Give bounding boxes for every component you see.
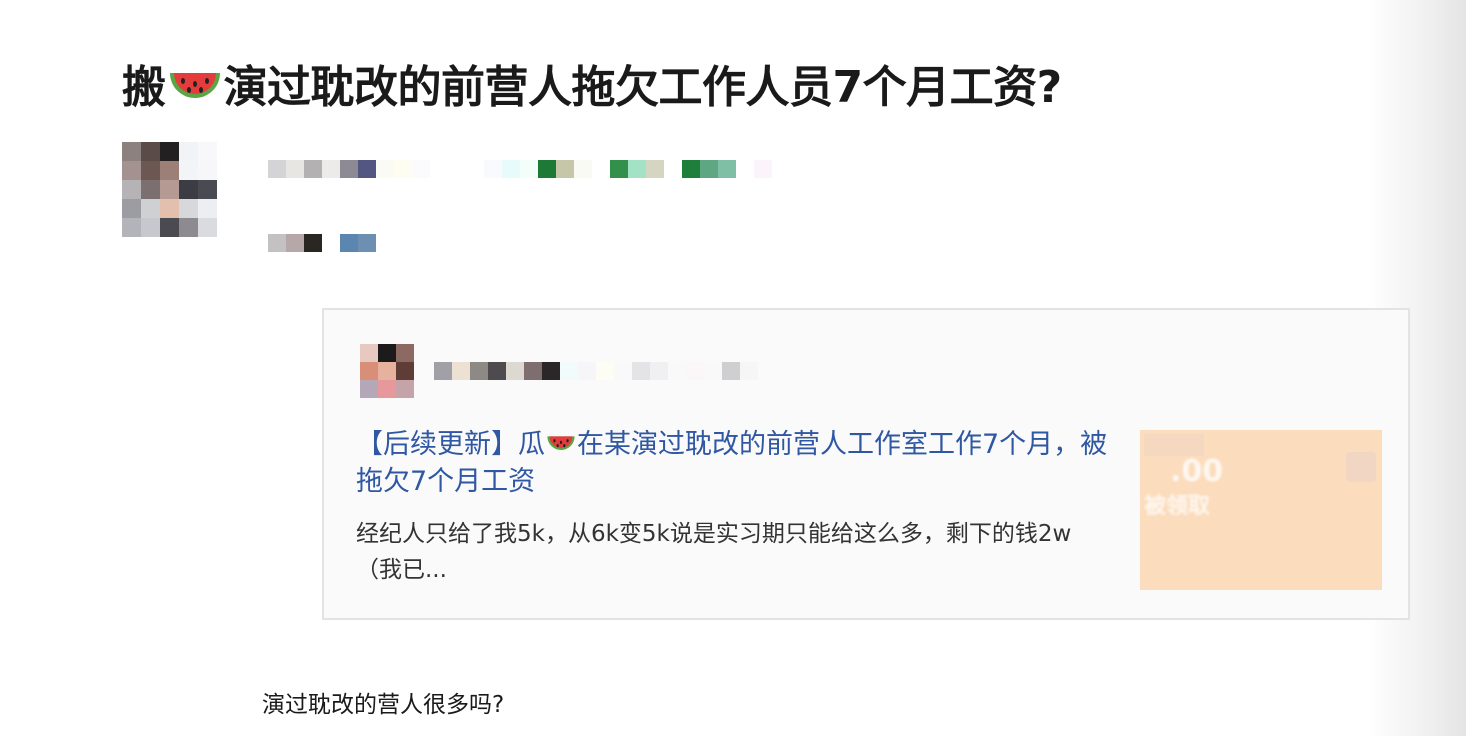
card-author-name: [434, 362, 776, 380]
card-title-start: 【后续更新】瓜: [356, 429, 545, 460]
linked-article-card[interactable]: 【后续更新】瓜 在某演过耽改的前营人工作室工作7个月，被拖欠7个月工资 经纪人只…: [322, 308, 1410, 620]
thumbnail-label: 被领取: [1144, 494, 1211, 519]
card-thumbnail[interactable]: .00 被领取: [1140, 430, 1382, 590]
author-avatar[interactable]: [122, 142, 217, 237]
title-text-start: 搬: [122, 62, 166, 113]
article-body-paragraph: 演过耽改的营人很多吗?: [262, 692, 505, 718]
thumbnail-amount: .00: [1170, 454, 1224, 489]
card-title-link[interactable]: 【后续更新】瓜 在某演过耽改的前营人工作室工作7个月，被拖欠7个月工资: [356, 426, 1116, 500]
card-author-avatar: [360, 344, 414, 398]
card-excerpt: 经纪人只给了我5k，从6k变5k说是实习期只能给这么多，剩下的钱2w（我已...: [356, 521, 1072, 583]
author-meta: [268, 234, 376, 252]
author-name[interactable]: [268, 160, 772, 178]
page-title: 搬 演过耽改的前营人拖欠工作人员7个月工资?: [122, 56, 1062, 120]
thumbnail-blur: [1346, 452, 1376, 482]
title-text-end: 演过耽改的前营人拖欠工作人员7个月工资?: [223, 62, 1063, 113]
thumbnail-blur: [1144, 434, 1204, 456]
watermelon-icon: [169, 73, 220, 98]
watermelon-icon: [547, 435, 575, 450]
